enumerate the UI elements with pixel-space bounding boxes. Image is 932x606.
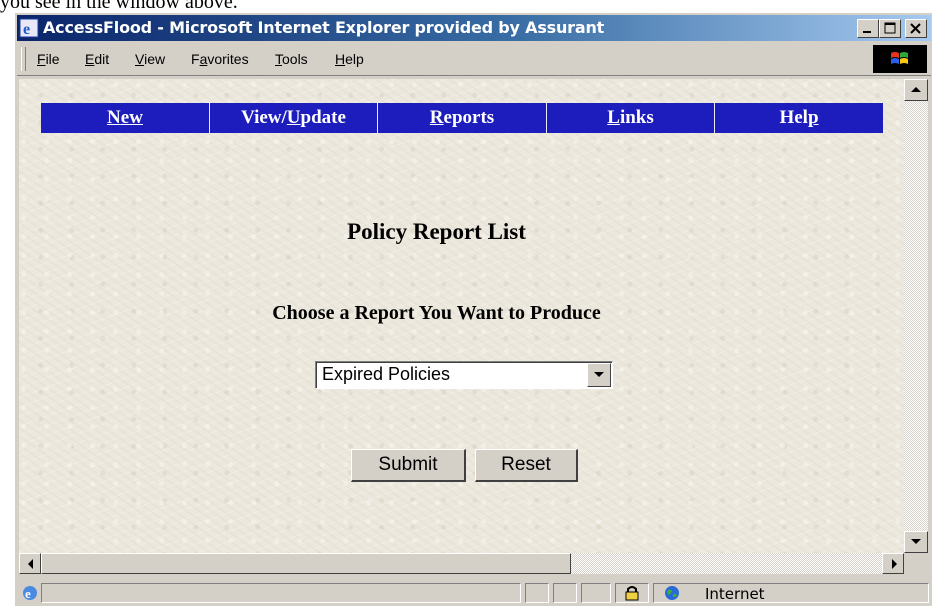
menu-grip[interactable]: [21, 47, 26, 71]
status-panel-zone: [653, 583, 929, 603]
page-ie-icon: e: [23, 586, 37, 601]
windows-flag-icon: [891, 52, 908, 64]
status-text-panel: [41, 583, 521, 603]
close-icon: [910, 23, 921, 34]
minimize-button[interactable]: [857, 19, 879, 38]
nav-view-update-link[interactable]: View/Update: [209, 103, 377, 133]
scrollbar-corner: [904, 553, 928, 574]
menu-file[interactable]: File: [37, 51, 60, 67]
scroll-up-arrow-icon: [911, 87, 921, 92]
browser-window: e AccessFlood - Microsoft Internet Explo…: [14, 12, 932, 606]
horizontal-scroll-thumb[interactable]: [41, 553, 571, 574]
menu-favorites[interactable]: Favorites: [191, 51, 249, 67]
nav-new-link[interactable]: New: [41, 103, 209, 133]
status-panel-security: [615, 583, 649, 603]
status-panel-progress: [525, 583, 549, 603]
windows-logo: [873, 45, 927, 73]
menu-bar: File Edit View Favorites Tools Help: [17, 43, 931, 76]
scroll-right-button[interactable]: [882, 553, 904, 574]
submit-button[interactable]: Submit: [351, 449, 466, 482]
globe-icon: [665, 586, 679, 600]
status-panel-blank: [581, 583, 611, 603]
nav-reports-link[interactable]: Reports: [377, 103, 546, 133]
minimize-icon: [863, 31, 871, 33]
nav-links-link[interactable]: Links: [546, 103, 714, 133]
scroll-down-arrow-icon: [911, 539, 921, 544]
page-content: New View/Update Reports Links Help Polic…: [19, 79, 904, 574]
dropdown-arrow-icon: [594, 372, 604, 377]
menu-view[interactable]: View: [135, 51, 165, 67]
svg-text:e: e: [23, 21, 30, 38]
page-title: Policy Report List: [347, 219, 526, 244]
menu-tools[interactable]: Tools: [275, 51, 308, 67]
scroll-left-arrow-icon: [28, 559, 33, 569]
nav-bar: New View/Update Reports Links Help: [41, 103, 883, 133]
report-type-selected-value: Expired Policies: [322, 364, 451, 384]
reset-button[interactable]: Reset: [475, 449, 578, 482]
report-type-select[interactable]: Expired Policies: [315, 361, 613, 389]
menu-edit[interactable]: Edit: [85, 51, 109, 67]
window-title: AccessFlood - Microsoft Internet Explore…: [43, 18, 605, 37]
horizontal-scrollbar[interactable]: [19, 553, 904, 574]
scroll-down-button[interactable]: [904, 531, 928, 553]
lock-icon: [625, 586, 639, 601]
status-bar: e Internet: [17, 581, 931, 605]
report-type-dropdown-button[interactable]: [587, 363, 611, 387]
maximize-button[interactable]: [879, 19, 901, 38]
svg-text:e: e: [25, 586, 31, 601]
status-panel-offline: [553, 583, 577, 603]
title-bar[interactable]: e AccessFlood - Microsoft Internet Explo…: [17, 15, 931, 41]
nav-help-link[interactable]: Help: [714, 103, 883, 133]
menu-help[interactable]: Help: [335, 51, 364, 67]
scroll-up-button[interactable]: [904, 79, 928, 101]
vertical-scrollbar[interactable]: [904, 79, 928, 553]
scroll-left-button[interactable]: [19, 553, 41, 574]
scroll-right-arrow-icon: [892, 559, 897, 569]
security-zone-label: Internet: [705, 585, 765, 603]
close-button[interactable]: [905, 19, 927, 38]
maximize-icon: [884, 22, 896, 34]
report-prompt: Choose a Report You Want to Produce: [272, 302, 601, 324]
ie-icon: e: [19, 18, 39, 38]
